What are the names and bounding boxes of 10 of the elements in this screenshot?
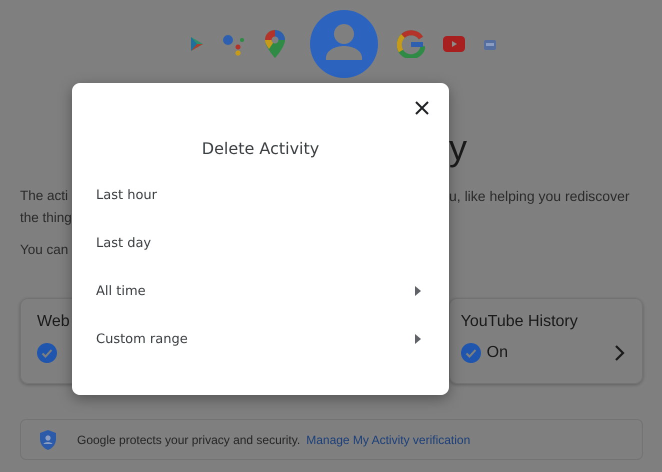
- paragraph-text: You can: [20, 242, 68, 257]
- page-heading: y: [449, 126, 468, 170]
- paragraph-text: The acti: [20, 188, 68, 203]
- card-title: Web: [37, 313, 71, 331]
- paragraph-text: the thing: [20, 210, 72, 225]
- privacy-text: Google protects your privacy and security.: [77, 432, 300, 446]
- dialog-title: Delete Activity: [200, 138, 320, 160]
- card-title: YouTube History: [460, 313, 579, 331]
- paragraph-text: u, like helping you rediscover: [449, 188, 630, 204]
- status-text: On: [486, 344, 508, 362]
